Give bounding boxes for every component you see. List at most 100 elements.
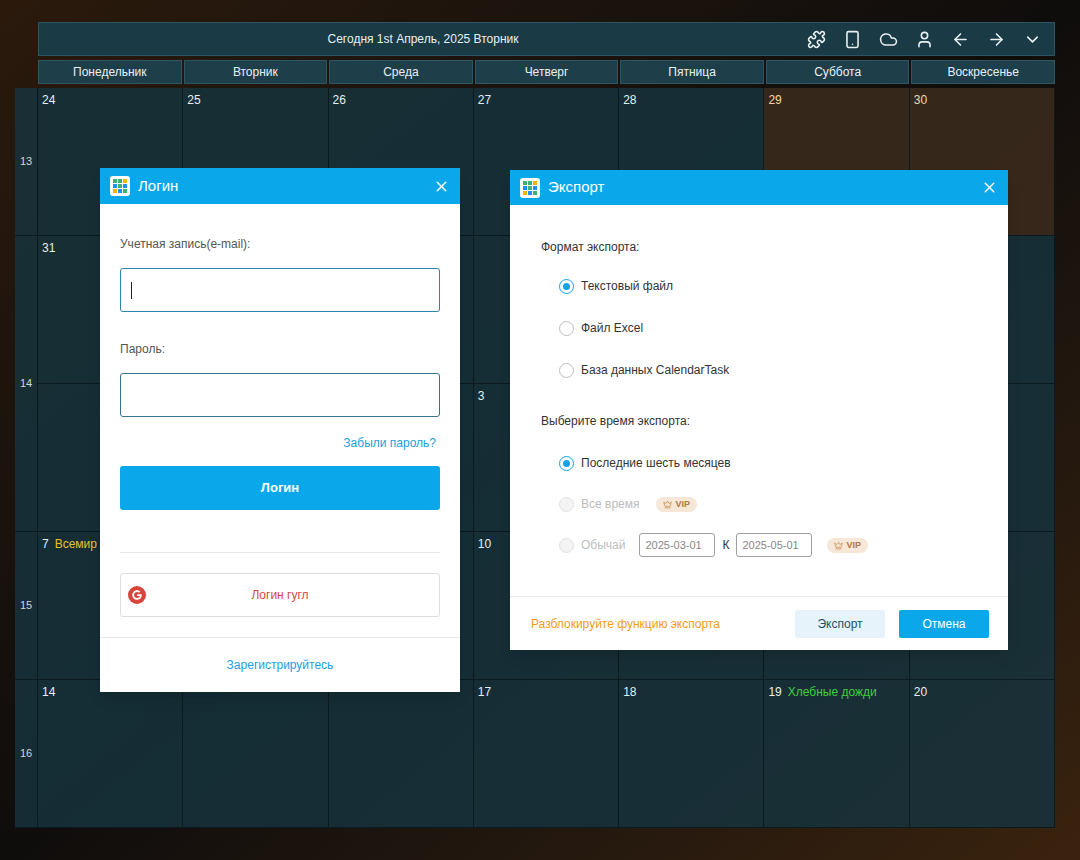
divider: [100, 637, 460, 638]
divider: [120, 552, 440, 553]
week-number: 13: [15, 88, 38, 236]
day-number: 20: [914, 683, 927, 701]
password-label: Пароль:: [120, 340, 440, 358]
app-logo-icon: [110, 176, 130, 196]
cloud-icon[interactable]: [879, 30, 898, 49]
radio-icon[interactable]: [559, 279, 574, 294]
register-link[interactable]: Зарегистрируйтесь: [227, 656, 334, 674]
arrow-right-icon[interactable]: [987, 30, 1006, 49]
week-row: 14 17 18 19 Хлебные дожди 20: [38, 680, 1055, 828]
day-cell[interactable]: 19 Хлебные дожди: [764, 680, 909, 828]
day-number: 28: [623, 91, 636, 109]
week-number: 16: [15, 680, 38, 828]
vip-badge: VIP: [827, 538, 868, 553]
day-event[interactable]: Всемир: [55, 535, 97, 553]
time-options: Последние шесть месяцевВсе времяVIPОбыча…: [559, 451, 977, 557]
close-icon[interactable]: [433, 178, 450, 195]
day-cell[interactable]: [329, 680, 474, 828]
day-number: 17: [478, 683, 491, 701]
day-number: 18: [623, 683, 636, 701]
email-label: Учетная запись(e-mail):: [120, 235, 440, 253]
top-bar: Сегодня 1st Апрель, 2025 Вторник: [38, 22, 1055, 56]
export-dialog: Экспорт Формат экспорта: Текстовый файл Фай…: [510, 170, 1008, 650]
weekday: Вторник: [184, 60, 328, 84]
radio-icon[interactable]: [559, 497, 574, 512]
day-cell[interactable]: [183, 680, 328, 828]
day-number: 25: [187, 91, 200, 109]
weekday: Суббота: [766, 60, 910, 84]
app-logo-icon: [520, 178, 540, 198]
weekday: Четверг: [475, 60, 619, 84]
text-caret: [131, 282, 132, 299]
email-input[interactable]: [120, 268, 440, 312]
week-number: 15: [15, 532, 38, 680]
time-option[interactable]: Все времяVIP: [559, 492, 977, 516]
crown-icon: [834, 541, 843, 550]
format-options: Текстовый файл Файл Excel База данных Cale…: [559, 277, 977, 379]
day-cell[interactable]: 18: [619, 680, 764, 828]
weekday: Воскресенье: [911, 60, 1055, 84]
format-option[interactable]: База данных CalendarTask: [559, 361, 977, 379]
day-event[interactable]: Хлебные дожди: [788, 683, 877, 701]
desktop: Сегодня 1st Апрель, 2025 Вторник Понедель…: [0, 0, 1080, 860]
radio-icon[interactable]: [559, 456, 574, 471]
today-label: Сегодня 1st Апрель, 2025 Вторник: [39, 30, 807, 48]
phone-icon[interactable]: [843, 30, 862, 49]
dialog-header: Логин: [100, 168, 460, 204]
day-number: 3: [478, 387, 485, 405]
close-icon[interactable]: [981, 179, 998, 196]
user-icon[interactable]: [915, 30, 934, 49]
weekday: Пятница: [620, 60, 764, 84]
format-option[interactable]: Файл Excel: [559, 319, 977, 337]
day-number: 30: [914, 91, 927, 109]
day-number: 7: [42, 535, 49, 553]
login-button[interactable]: Логин: [120, 466, 440, 510]
format-label: Формат экспорта:: [541, 238, 977, 256]
arrow-left-icon[interactable]: [951, 30, 970, 49]
time-label: Выберите время экспорта:: [541, 412, 977, 430]
weekday-header: ПонедельникВторникСредаЧетвергПятницаСуб…: [38, 60, 1055, 84]
dialog-title: Экспорт: [548, 176, 973, 199]
toolbar: [807, 30, 1054, 49]
export-button[interactable]: Экспорт: [795, 610, 885, 638]
day-number: 14: [42, 683, 55, 701]
google-icon: [128, 586, 146, 604]
week-number: 14: [15, 236, 38, 532]
time-option[interactable]: Последние шесть месяцев: [559, 451, 977, 475]
dialog-footer: Разблокируйте функцию экспортаЭкспорт Отм…: [510, 596, 1008, 650]
unlock-link[interactable]: Разблокируйте функцию экспорта: [531, 615, 795, 633]
day-number: 31: [42, 239, 55, 257]
day-cell[interactable]: 20: [910, 680, 1055, 828]
cancel-button[interactable]: Отмена: [899, 610, 989, 638]
day-number: 10: [478, 535, 491, 553]
forgot-password-link[interactable]: Забыли пароль?: [343, 434, 436, 452]
radio-icon[interactable]: [559, 363, 574, 378]
day-number: 19: [768, 683, 781, 701]
date-from-input[interactable]: 2025-03-01: [639, 533, 715, 557]
plugin-icon[interactable]: [807, 30, 826, 49]
date-to-input[interactable]: 2025-05-01: [736, 533, 812, 557]
dialog-header: Экспорт: [510, 170, 1008, 205]
login-dialog: Логин Учетная запись(e-mail): Пароль: Забыл…: [100, 168, 460, 692]
day-cell[interactable]: 17: [474, 680, 619, 828]
vip-badge: VIP: [656, 497, 697, 512]
format-option[interactable]: Текстовый файл: [559, 277, 977, 295]
google-login-button[interactable]: Логин гугл: [120, 573, 440, 617]
time-option[interactable]: Обычай2025-03-01К2025-05-01VIP: [559, 533, 977, 557]
radio-icon[interactable]: [559, 538, 574, 553]
weekday: Понедельник: [38, 60, 182, 84]
dialog-title: Логин: [138, 175, 425, 198]
day-cell[interactable]: 14: [38, 680, 183, 828]
chevron-down-icon[interactable]: [1023, 30, 1042, 49]
day-number: 24: [42, 91, 55, 109]
week: 1614 17 18 19 Хлебные дожди 20: [15, 680, 1055, 828]
password-input[interactable]: [120, 373, 440, 417]
crown-icon: [663, 500, 672, 509]
radio-icon[interactable]: [559, 321, 574, 336]
day-number: 26: [333, 91, 346, 109]
date-separator: К: [722, 536, 729, 554]
day-number: 29: [768, 91, 781, 109]
google-login-label: Логин гугл: [121, 586, 439, 604]
day-number: 27: [478, 91, 491, 109]
weekday: Среда: [329, 60, 473, 84]
